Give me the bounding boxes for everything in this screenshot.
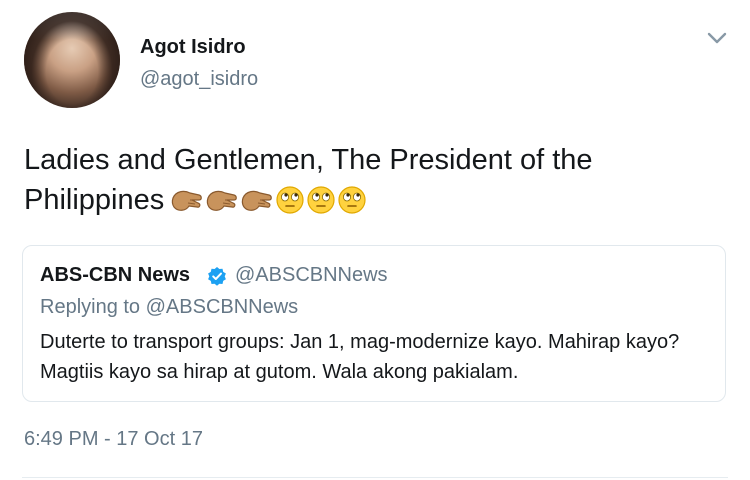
- emoji-row: [170, 185, 368, 226]
- replying-to-label: Replying to @ABSCBNNews: [40, 296, 299, 318]
- tweet-timestamp[interactable]: 6:49 PM - 17 Oct 17: [24, 428, 203, 451]
- author-name[interactable]: Agot Isidro: [140, 36, 246, 59]
- avatar[interactable]: [24, 12, 120, 108]
- face-with-rolling-eyes-emoji: [307, 186, 335, 214]
- face-with-rolling-eyes-emoji: [276, 186, 304, 214]
- raised-back-of-hand-emoji: [172, 190, 203, 211]
- author-handle[interactable]: @agot_isidro: [140, 68, 258, 91]
- quoted-author-name: ABS-CBN News: [40, 264, 191, 286]
- divider: [22, 477, 728, 478]
- quoted-tweet-text: Duterte to transport groups: Jan 1, mag-…: [40, 331, 680, 383]
- quoted-tweet-card[interactable]: ABS-CBN News @ABSCBNNews Replying to @AB…: [22, 245, 726, 402]
- raised-back-of-hand-emoji: [242, 190, 273, 211]
- quoted-author-handle: @ABSCBNNews: [235, 264, 388, 286]
- verified-badge-icon: [208, 267, 226, 286]
- face-with-rolling-eyes-emoji: [338, 186, 366, 214]
- raised-back-of-hand-emoji: [207, 190, 238, 211]
- chevron-down-icon[interactable]: [706, 30, 728, 46]
- tweet: Agot Isidro @agot_isidro Ladies and Gent…: [0, 0, 750, 480]
- tweet-text: Ladies and Gentlemen, The President of t…: [24, 140, 724, 226]
